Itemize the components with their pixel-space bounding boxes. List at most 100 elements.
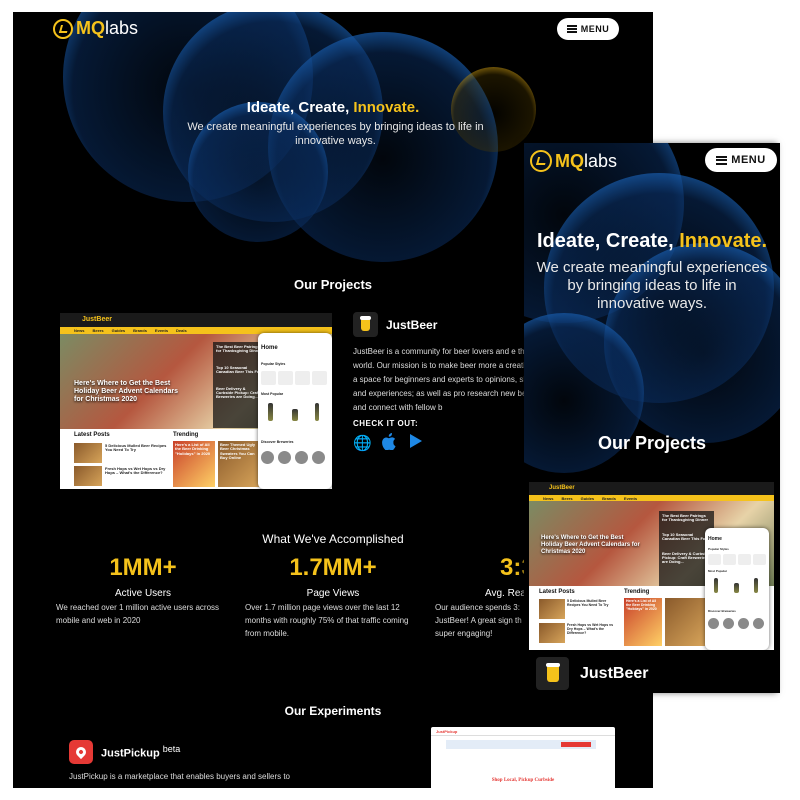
mock-phone-label: Popular Styles — [708, 547, 729, 551]
brand-logo[interactable]: MQ labs — [530, 150, 617, 172]
mock-nav-item: Beers — [561, 495, 573, 501]
hero-title-prefix: Ideate, Create, — [536, 230, 680, 252]
hero-subtitle: We create meaningful experiences by brin… — [187, 121, 484, 148]
mock-phone: Home Popular Styles Most Popular Discove… — [258, 333, 332, 489]
justbeer-app-icon — [536, 657, 569, 690]
beer-glass-icon — [360, 315, 371, 331]
mock-side-headline: Top 10 Seasonal Canadian Beer This Fall — [662, 531, 708, 542]
brand-logo[interactable]: MQ labs — [53, 18, 138, 39]
mock-phone-chip — [295, 371, 310, 385]
mock-phone: Home Popular Styles Most Popular Discove… — [705, 528, 769, 650]
mock-logo: JustBeer — [82, 316, 112, 323]
mock-trend: Here's a List of All the Beer Drinking "… — [626, 599, 657, 611]
justbeer-name: JustBeer — [580, 665, 649, 682]
menu-label: MENU — [731, 154, 766, 166]
mock-nav-item: News — [543, 495, 554, 501]
mock-side-headline: Beer Delivery & Curbside Pickup: Craft B… — [216, 385, 260, 400]
mock-phone-chip — [312, 371, 327, 385]
hero-title: Ideate, Create, Innovate. — [13, 99, 653, 116]
mock-phone-bottle — [714, 578, 718, 593]
logo-mq: MQ — [555, 150, 584, 171]
mock-trend-tile — [665, 598, 705, 646]
mock-phone-bottle — [315, 403, 319, 421]
stat-description: Our audience spends 3: JustBeer! A great… — [435, 603, 522, 638]
hero-title-accent: Innovate. — [679, 230, 768, 252]
mobile-page: MQ labs MENU Ideate, Create, Innovate. W… — [524, 143, 780, 693]
mock-phone-chip — [753, 554, 766, 565]
menu-button[interactable]: MENU — [705, 148, 777, 172]
mock-side-headline: Beer Delivery & Curbside Pickup: Craft B… — [662, 550, 711, 565]
experiments-heading: Our Experiments — [284, 704, 382, 718]
mock-trend: Beer Themed Ugly Beer Christmas Sweaters… — [220, 442, 256, 461]
mock-thumb — [74, 466, 102, 486]
stat-label: Active Users — [114, 588, 172, 599]
hero-title-accent: Innovate. — [353, 99, 420, 116]
mock-phone-brewery — [312, 451, 325, 464]
mock-phone-brewery — [753, 618, 764, 629]
stat-value: 1MM+ — [109, 554, 177, 581]
mock-post: Fresh Hops vs Wet Hops vs Dry Hops – Wha… — [105, 466, 166, 476]
mock-trend: Here's a List of All the Beer Drinking "… — [175, 442, 211, 456]
mock-post: Fresh Hops vs Wet Hops vs Dry Hops – Wha… — [567, 623, 614, 635]
globe-icon[interactable]: 🌐 — [353, 434, 372, 452]
logo-mark-icon — [53, 18, 73, 39]
justbeer-app-icon — [353, 312, 378, 337]
justpickup-app-icon — [69, 740, 93, 764]
mock-trending: Trending — [173, 432, 199, 438]
projects-heading: Our Projects — [597, 433, 707, 453]
mock-phone-brewery — [723, 618, 734, 629]
justbeer-screenshot[interactable]: JustBeer News Beers Guides Brands Events… — [529, 482, 774, 650]
mock-jp-banner: Shop Local, Pickup Curbside — [491, 778, 555, 783]
mock-phone-title: Home — [261, 345, 278, 351]
mock-jp-logo: JustPickup — [436, 729, 458, 734]
play-store-icon[interactable] — [409, 433, 423, 454]
justpickup-name: JustPickup beta — [101, 744, 180, 760]
mock-latest-posts: Latest Posts — [74, 432, 110, 438]
beer-glass-icon — [545, 662, 560, 682]
mock-phone-bottle — [734, 583, 739, 593]
mock-phone-chip — [723, 554, 736, 565]
mock-thumb — [539, 623, 565, 643]
stat-label: Page Views — [306, 588, 360, 599]
menu-button[interactable]: MENU — [557, 18, 619, 40]
mock-trending: Trending — [624, 589, 650, 595]
justbeer-screenshot[interactable]: JustBeer News Beers Guides Brands Events… — [60, 313, 332, 489]
hamburger-icon — [716, 155, 728, 165]
justbeer-name: JustBeer — [386, 318, 438, 332]
apple-icon[interactable] — [380, 433, 396, 455]
mock-phone-title: Home — [708, 536, 722, 542]
mock-logo: JustBeer — [549, 485, 575, 491]
mock-jp-bar — [431, 727, 615, 736]
mock-nav-item: Guides — [111, 328, 126, 333]
mock-thumb — [539, 599, 565, 619]
mock-side-headline: The Best Beer Pairings for Thanksgiving … — [662, 513, 709, 523]
hero-subtitle: We create meaningful experiences by brin… — [536, 259, 768, 312]
mock-thumb — [74, 443, 102, 463]
mock-nav-item: Brands — [602, 495, 616, 501]
logo-mq: MQ — [76, 18, 105, 38]
mock-phone-bottle — [754, 578, 758, 593]
justpickup-screenshot[interactable]: JustPickup Shop Local, Pickup Curbside — [431, 727, 615, 788]
mock-phone-label: Discover Breweries — [708, 609, 736, 613]
mock-latest-posts: Latest Posts — [539, 589, 575, 595]
mock-phone-chip — [278, 371, 293, 385]
mock-nav-item: Events — [623, 495, 638, 501]
mock-hero-headline: Here's Where to Get the Best Holiday Bee… — [541, 535, 640, 555]
mock-post: 5 Delicious Mulled Beer Recipes You Need… — [567, 599, 609, 607]
logo-labs: labs — [584, 150, 618, 171]
mock-nav-item: Events — [154, 328, 169, 333]
justpickup-description: JustPickup is a marketplace that enables… — [69, 772, 291, 781]
mock-side-headline: Top 10 Seasonal Canadian Beer This Fall — [216, 364, 262, 375]
menu-label: MENU — [580, 24, 610, 34]
mock-nav-item: Beers — [92, 328, 104, 333]
mock-phone-label: Popular Styles — [261, 362, 286, 366]
hero-title-prefix: Ideate, Create, — [246, 99, 354, 116]
check-it-out-label: CHECK IT OUT: — [353, 419, 419, 428]
mock-phone-label: Most Popular — [261, 392, 284, 396]
mock-nav-item: Guides — [580, 495, 595, 501]
mock-phone-bottle — [268, 403, 273, 421]
stat-description: Over 1.7 million page views over the las… — [245, 603, 409, 638]
mock-nav-item: News — [74, 328, 85, 333]
mock-nav-item: Brands — [133, 328, 147, 333]
beta-badge: beta — [162, 744, 181, 754]
